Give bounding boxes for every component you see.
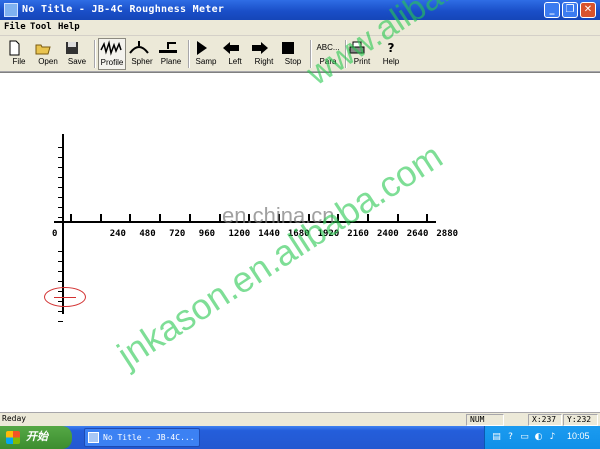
spher-button[interactable]: Spher bbox=[128, 38, 156, 70]
y-tick bbox=[58, 311, 63, 312]
num-lock-indicator: NUM bbox=[466, 414, 504, 426]
file-button[interactable]: File bbox=[5, 38, 33, 70]
x-tick-label: 2880 bbox=[436, 229, 459, 239]
menu-bar: File Tool Help bbox=[0, 20, 600, 36]
x-tick-label: 240 bbox=[109, 229, 126, 239]
title-bar: No Title - JB-4C Roughness Meter _ ❐ ✕ bbox=[0, 0, 600, 20]
plane-icon bbox=[159, 42, 177, 53]
y-tick bbox=[58, 281, 63, 282]
y-tick bbox=[58, 187, 63, 188]
y-tick bbox=[58, 157, 63, 158]
menu-file[interactable]: File bbox=[4, 22, 26, 32]
save-disk-icon bbox=[66, 42, 78, 54]
y-tick bbox=[58, 197, 63, 198]
stop-icon bbox=[282, 42, 294, 54]
y-tick bbox=[58, 207, 63, 208]
left-button[interactable]: Left bbox=[221, 38, 249, 70]
close-button[interactable]: ✕ bbox=[580, 2, 596, 18]
x-tick-label: 960 bbox=[198, 229, 216, 239]
plane-button-label: Plane bbox=[160, 57, 182, 66]
window-title: No Title - JB-4C Roughness Meter bbox=[22, 4, 225, 15]
arrow-left-icon bbox=[223, 42, 239, 54]
y-tick bbox=[58, 271, 63, 272]
taskbar-window-button[interactable]: No Title - JB-4C... bbox=[84, 428, 200, 447]
network-icon[interactable]: ▤ bbox=[491, 432, 502, 443]
toolbar-separator bbox=[94, 40, 96, 68]
app-window-icon bbox=[88, 432, 99, 443]
x-coordinate: X:237 bbox=[528, 414, 562, 426]
security-icon[interactable]: ◐ bbox=[533, 432, 544, 443]
save-button-label: Save bbox=[67, 57, 87, 66]
clock: 10:05 bbox=[567, 431, 590, 441]
taskbar-window-label: No Title - JB-4C... bbox=[103, 433, 195, 442]
x-tick-label: 1200 bbox=[228, 229, 251, 239]
x-tick bbox=[129, 214, 132, 222]
profile-button[interactable]: Profile bbox=[98, 38, 126, 70]
start-button[interactable]: 开始 bbox=[0, 426, 72, 449]
sphere-icon bbox=[129, 41, 149, 54]
new-file-icon bbox=[9, 40, 20, 56]
start-label: 开始 bbox=[26, 431, 48, 443]
x-tick-label: 2400 bbox=[377, 229, 399, 239]
open-button[interactable]: Open bbox=[34, 38, 62, 70]
taskbar: 开始 No Title - JB-4C... ▤ ? ▭ ◐ ♪ 10:05 bbox=[0, 426, 600, 449]
volume-icon[interactable]: ♪ bbox=[547, 432, 558, 443]
display-icon[interactable]: ▭ bbox=[519, 432, 530, 443]
watermark-bottom: jnkason.en.alibaba.com bbox=[110, 134, 450, 376]
open-button-label: Open bbox=[38, 57, 58, 66]
right-button-label: Right bbox=[254, 57, 274, 66]
y-tick bbox=[58, 167, 63, 168]
x-tick bbox=[396, 214, 399, 222]
x-tick bbox=[218, 214, 221, 222]
y-tick bbox=[58, 147, 63, 148]
y-tick bbox=[58, 251, 63, 252]
profile-button-label: Profile bbox=[100, 58, 124, 67]
x-tick-label: 720 bbox=[169, 229, 186, 239]
x-tick bbox=[99, 214, 102, 222]
open-folder-icon bbox=[35, 44, 51, 55]
toolbar: File Open Save Profile Spher Plane Samp … bbox=[0, 36, 600, 72]
help-tray-icon[interactable]: ? bbox=[505, 432, 516, 443]
x-tick-label: 2640 bbox=[406, 229, 429, 239]
x-tick-label: 0 bbox=[52, 229, 58, 239]
maximize-button[interactable]: ❐ bbox=[562, 2, 578, 18]
menu-tool[interactable]: Tool bbox=[30, 22, 52, 32]
help-button-label: Help bbox=[382, 57, 400, 66]
y-tick bbox=[58, 177, 63, 178]
y-tick bbox=[58, 321, 63, 322]
cursor-line bbox=[54, 297, 76, 298]
plot-area[interactable]: 0 240 480 720 960 1200 1440 1680 1920 2160 2400 264… bbox=[0, 0, 600, 412]
status-message: Reday bbox=[2, 414, 27, 423]
right-button[interactable]: Right bbox=[250, 38, 278, 70]
y-coordinate: Y:232 bbox=[563, 414, 598, 426]
arrow-right-icon bbox=[252, 42, 268, 54]
plane-button[interactable]: Plane bbox=[157, 38, 185, 70]
menu-help[interactable]: Help bbox=[58, 22, 80, 32]
left-button-label: Left bbox=[228, 57, 242, 66]
x-tick bbox=[159, 214, 162, 222]
app-icon[interactable] bbox=[4, 3, 18, 17]
spher-button-label: Spher bbox=[131, 57, 153, 66]
y-tick bbox=[58, 217, 63, 218]
y-tick bbox=[58, 261, 63, 262]
x-tick bbox=[70, 214, 72, 222]
windows-flag-icon bbox=[6, 431, 20, 444]
x-tick bbox=[188, 214, 191, 222]
samp-button[interactable]: Samp bbox=[192, 38, 220, 70]
minimize-button[interactable]: _ bbox=[544, 2, 560, 18]
toolbar-separator bbox=[188, 40, 190, 68]
samp-button-label: Samp bbox=[195, 57, 217, 66]
play-icon bbox=[197, 41, 207, 55]
x-tick bbox=[426, 214, 429, 222]
file-button-label: File bbox=[12, 57, 26, 66]
save-button[interactable]: Save bbox=[63, 38, 91, 70]
system-tray: ▤ ? ▭ ◐ ♪ 10:05 bbox=[484, 426, 600, 449]
status-bar: Reday NUM X:237 Y:232 bbox=[0, 412, 600, 426]
profile-icon bbox=[100, 40, 122, 56]
x-tick-label: 480 bbox=[139, 229, 156, 239]
